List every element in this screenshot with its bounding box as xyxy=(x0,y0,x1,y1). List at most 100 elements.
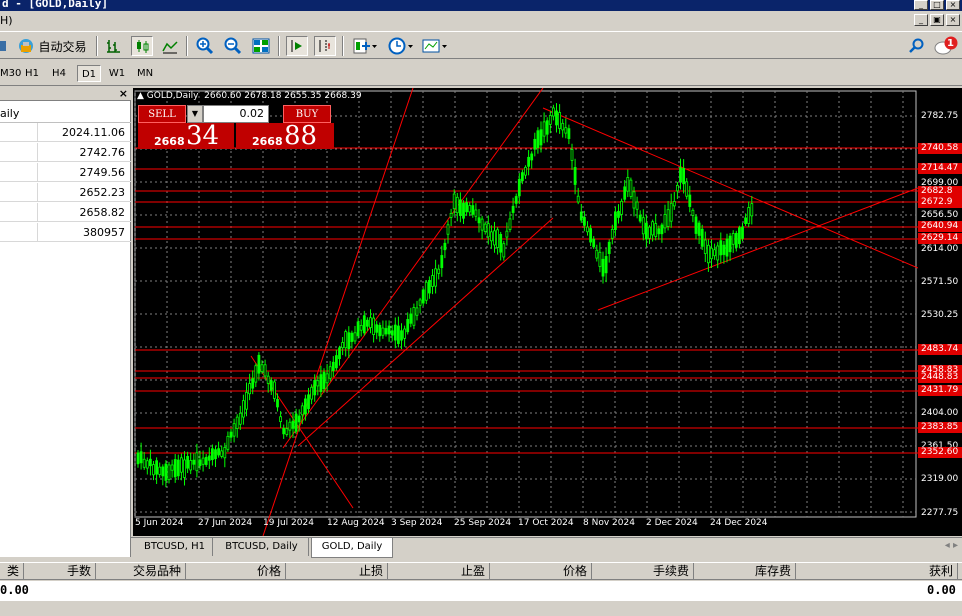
timeframe-d1[interactable]: D1 xyxy=(77,65,101,82)
search-icon[interactable] xyxy=(906,36,926,56)
candle-body xyxy=(183,459,186,478)
timeframe-mn[interactable]: MN xyxy=(133,65,157,82)
candle-body xyxy=(409,313,413,324)
column-current-price[interactable]: 价格 xyxy=(490,563,592,580)
one-click-trading-panel[interactable]: SELL ▼ 0.02 BUY 2668 34 2668 88 xyxy=(138,105,334,151)
candle-body xyxy=(214,449,217,460)
tile-windows-icon[interactable] xyxy=(250,36,272,56)
candle-body xyxy=(186,455,189,469)
candle-body xyxy=(390,330,394,336)
column-lots[interactable]: 手数 xyxy=(24,563,96,580)
candle-body xyxy=(548,115,552,125)
close-button[interactable]: × xyxy=(946,0,960,10)
column-swap[interactable]: 库存费 xyxy=(694,563,796,580)
candle-body xyxy=(682,168,685,185)
candle-body xyxy=(654,223,658,237)
column-profit[interactable]: 获利 xyxy=(796,563,958,580)
periods-icon[interactable] xyxy=(386,36,416,56)
timeframe-w1[interactable]: W1 xyxy=(106,65,128,82)
candlestick-icon[interactable] xyxy=(131,36,153,56)
candle-body xyxy=(474,209,478,217)
sell-button[interactable]: SELL xyxy=(138,105,186,123)
candle-body xyxy=(232,423,236,437)
buy-price-button[interactable]: 2668 88 xyxy=(236,121,334,151)
line-chart-icon[interactable] xyxy=(160,36,180,56)
trend-line xyxy=(297,217,554,447)
notification-icon[interactable]: 1 xyxy=(932,36,960,56)
candle-body xyxy=(620,200,624,215)
candle-body xyxy=(486,223,490,238)
candle-body xyxy=(434,268,438,287)
buy-price-small: 2668 xyxy=(252,135,283,148)
candle-body xyxy=(496,229,500,248)
candle-body xyxy=(403,328,407,339)
candle-body xyxy=(251,378,255,389)
data-window-close-button[interactable]: × xyxy=(119,87,128,100)
price-axis[interactable]: 2782.75 2699.00 2656.50 2614.00 2571.50 … xyxy=(918,88,962,536)
candle-body xyxy=(688,194,692,207)
mdi-minimize-button[interactable]: _ xyxy=(914,14,928,26)
level-tag: 2352.60 xyxy=(918,447,962,458)
timeframe-h4[interactable]: H4 xyxy=(49,65,69,82)
candle-body xyxy=(145,460,149,469)
maximize-button[interactable]: □ xyxy=(930,0,944,10)
templates-icon[interactable] xyxy=(420,36,450,56)
candle-body xyxy=(421,289,425,304)
candle-body xyxy=(170,464,174,471)
candle-body xyxy=(263,364,267,377)
column-type[interactable]: 类型 xyxy=(0,563,24,595)
candle-body xyxy=(297,415,301,423)
column-stop-loss[interactable]: 止损 xyxy=(286,563,388,580)
autotrade-button[interactable]: 自动交易 xyxy=(12,36,92,56)
candle-body xyxy=(477,217,481,224)
candle-body xyxy=(449,213,453,218)
candle-body xyxy=(700,228,704,247)
price-chart[interactable] xyxy=(133,88,918,536)
timeframe-h1[interactable]: H1 xyxy=(22,65,42,82)
candle-body xyxy=(617,210,620,218)
bar-chart-icon[interactable] xyxy=(104,36,124,56)
candle-body xyxy=(573,167,577,185)
candle-body xyxy=(372,317,376,335)
chart-info: ▲ GOLD,Daily 2660.60 2678.18 2655.35 266… xyxy=(137,91,362,101)
chart-shift-icon[interactable] xyxy=(314,36,336,56)
level-tag: 2640.94 xyxy=(918,221,962,232)
candle-body xyxy=(415,307,419,316)
candle-body xyxy=(266,375,270,384)
candle-body xyxy=(356,321,360,337)
candle-body xyxy=(353,332,357,342)
autoscroll-icon[interactable] xyxy=(286,36,308,56)
date-label: 27 Jun 2024 xyxy=(198,518,253,528)
mdi-restore-button[interactable]: ▣ xyxy=(930,14,944,26)
indicators-icon[interactable] xyxy=(350,36,380,56)
menu-help[interactable]: H) xyxy=(0,14,13,27)
level-tag: 2431.79 xyxy=(918,385,962,396)
candle-body xyxy=(393,324,397,341)
tab-scroll-arrows[interactable]: ◂ ▸ xyxy=(945,540,958,551)
price-label: 2530.25 xyxy=(921,310,959,320)
sell-price-button[interactable]: 2668 34 xyxy=(138,121,234,151)
candle-body xyxy=(592,238,596,248)
timeframe-m30[interactable]: M30 xyxy=(0,65,21,82)
new-order-icon[interactable] xyxy=(0,36,8,56)
chart-area[interactable]: ▲ GOLD,Daily 2660.60 2678.18 2655.35 266… xyxy=(133,88,918,536)
candle-body xyxy=(645,222,648,240)
data-value: 2742.76 xyxy=(79,146,126,159)
tab-btcusd-h1[interactable]: BTCUSD, H1 xyxy=(137,538,213,556)
mdi-close-button[interactable]: × xyxy=(946,14,960,26)
level-tag: 2448.83 xyxy=(918,372,962,383)
candle-body xyxy=(282,427,286,435)
tab-btcusd-daily[interactable]: BTCUSD, Daily xyxy=(215,538,309,556)
balance-row[interactable]: 0.00 0.00 xyxy=(0,581,962,601)
column-commission[interactable]: 手续费 xyxy=(592,563,694,580)
tab-gold-daily[interactable]: GOLD, Daily xyxy=(311,538,393,558)
main-toolbar: 自动交易 1 xyxy=(0,31,962,59)
column-take-profit[interactable]: 止盈 xyxy=(388,563,490,580)
column-symbol[interactable]: 交易品种 xyxy=(96,563,186,580)
minimize-button[interactable]: _ xyxy=(914,0,928,10)
candle-body xyxy=(291,420,295,429)
zoom-out-icon[interactable] xyxy=(222,36,244,56)
column-price[interactable]: 价格 xyxy=(186,563,286,580)
zoom-in-icon[interactable] xyxy=(194,36,216,56)
candle-body xyxy=(679,167,682,182)
